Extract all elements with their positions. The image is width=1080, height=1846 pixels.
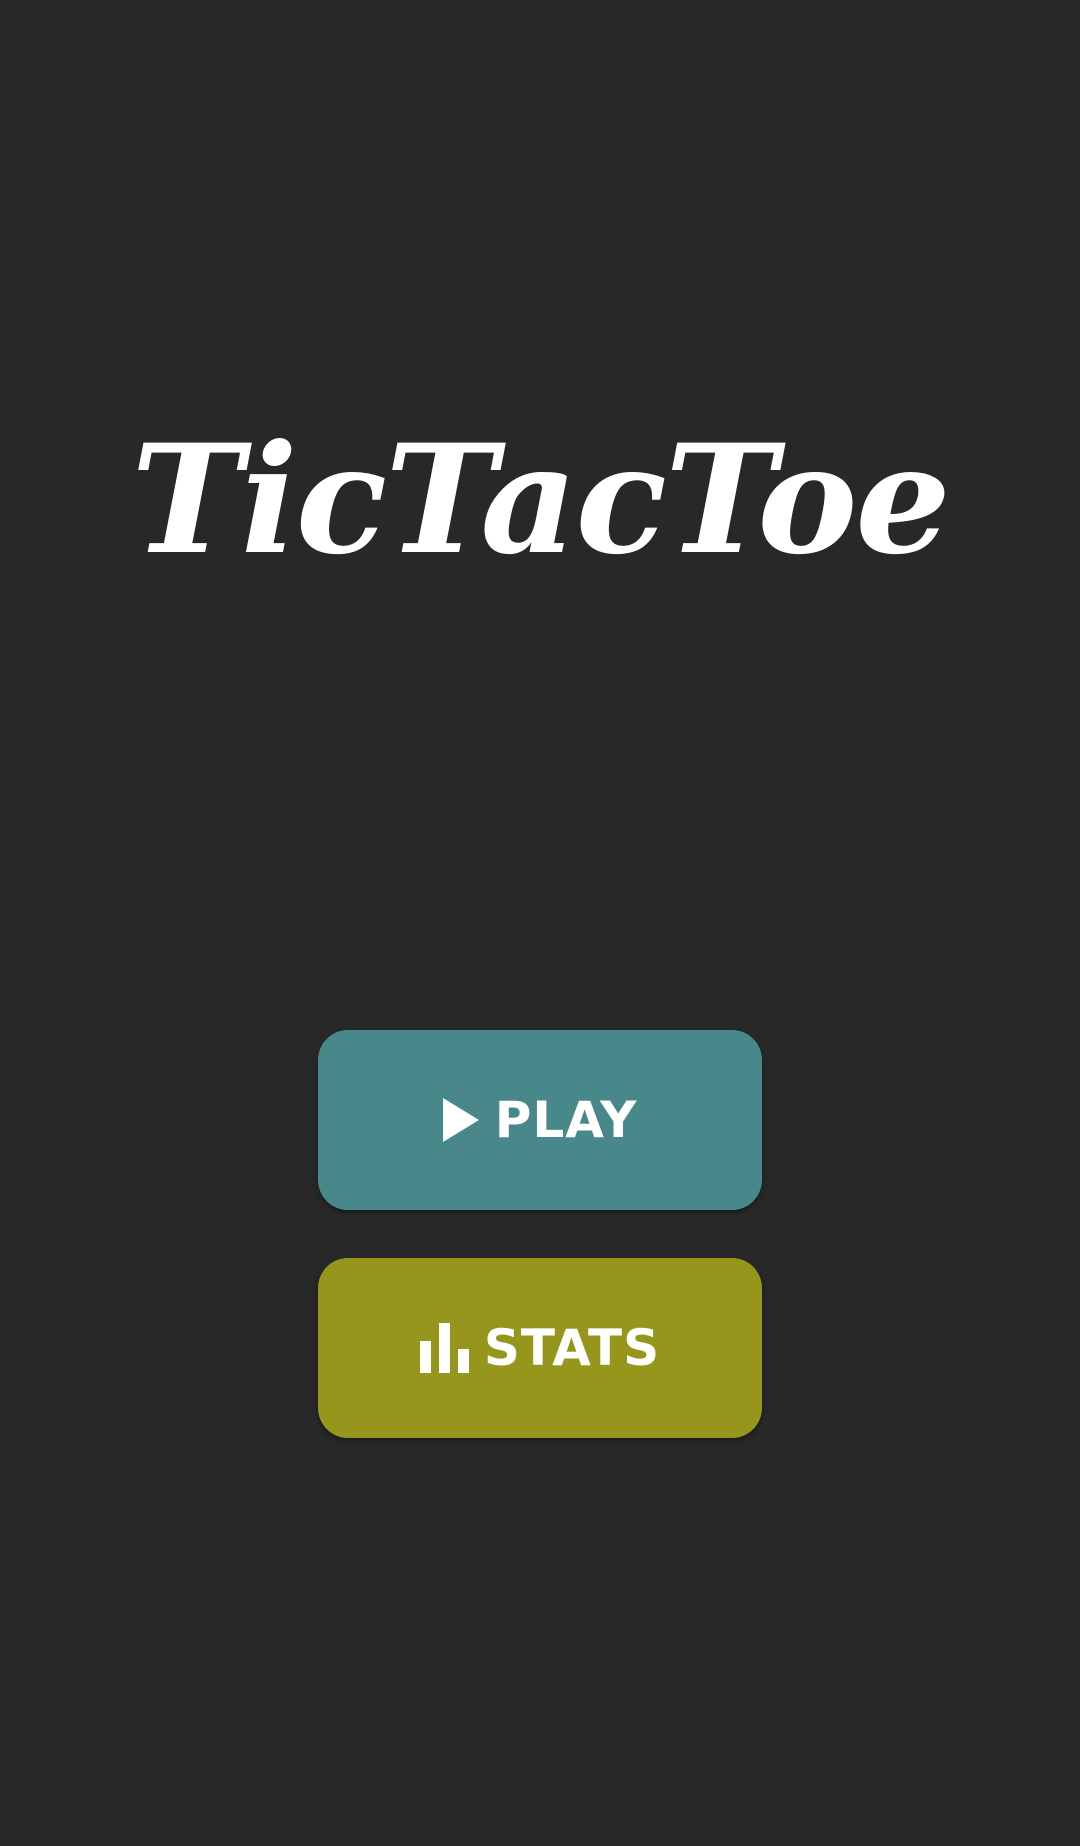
play-button-label: PLAY [494,1091,638,1149]
play-button[interactable]: PLAY [318,1030,762,1210]
bar-chart-icon [419,1323,470,1373]
app-title: TicTacToe [131,412,951,588]
stats-button[interactable]: STATS [318,1258,762,1438]
stats-button-label: STATS [483,1319,661,1377]
main-menu-screen: TicTacToe PLAY STATS [0,0,1080,1846]
play-icon [442,1098,479,1142]
